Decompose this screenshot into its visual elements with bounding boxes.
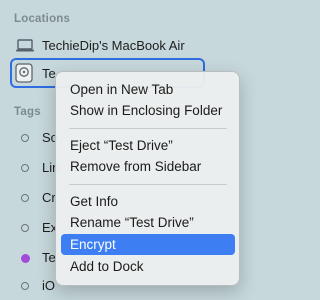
menu-item-remove-from-sidebar[interactable]: Remove from Sidebar [61, 156, 235, 177]
sidebar-item-macbook[interactable]: TechieDip's MacBook Air [0, 35, 250, 57]
sidebar-item-label: Te [42, 66, 56, 81]
menu-item-open-in-new-tab[interactable]: Open in New Tab [61, 79, 235, 100]
tag-dot-icon [21, 254, 30, 263]
context-menu: Open in New Tab Show in Enclosing Folder… [55, 71, 240, 286]
menu-item-rename[interactable]: Rename “Test Drive” [61, 212, 235, 233]
tag-dot-icon [21, 134, 29, 142]
tag-dot-icon [21, 224, 29, 232]
locations-header: Locations [14, 13, 71, 25]
menu-item-add-to-dock[interactable]: Add to Dock [61, 256, 235, 277]
menu-separator [69, 184, 227, 185]
tag-dot-icon [21, 164, 29, 172]
tag-label: Cr [42, 190, 56, 205]
drive-icon [15, 63, 33, 88]
tag-label: iO [42, 278, 55, 293]
tag-dot-icon [21, 194, 29, 202]
menu-item-eject[interactable]: Eject “Test Drive” [61, 135, 235, 156]
menu-separator [69, 128, 227, 129]
menu-item-encrypt[interactable]: Encrypt [61, 234, 235, 255]
sidebar-item-label: TechieDip's MacBook Air [42, 38, 185, 53]
tag-dot-icon [21, 282, 29, 290]
menu-item-show-in-enclosing-folder[interactable]: Show in Enclosing Folder [61, 100, 235, 121]
tag-label: Te [42, 250, 56, 265]
tags-header: Tags [14, 106, 41, 118]
laptop-icon [15, 39, 35, 58]
menu-item-get-info[interactable]: Get Info [61, 191, 235, 212]
